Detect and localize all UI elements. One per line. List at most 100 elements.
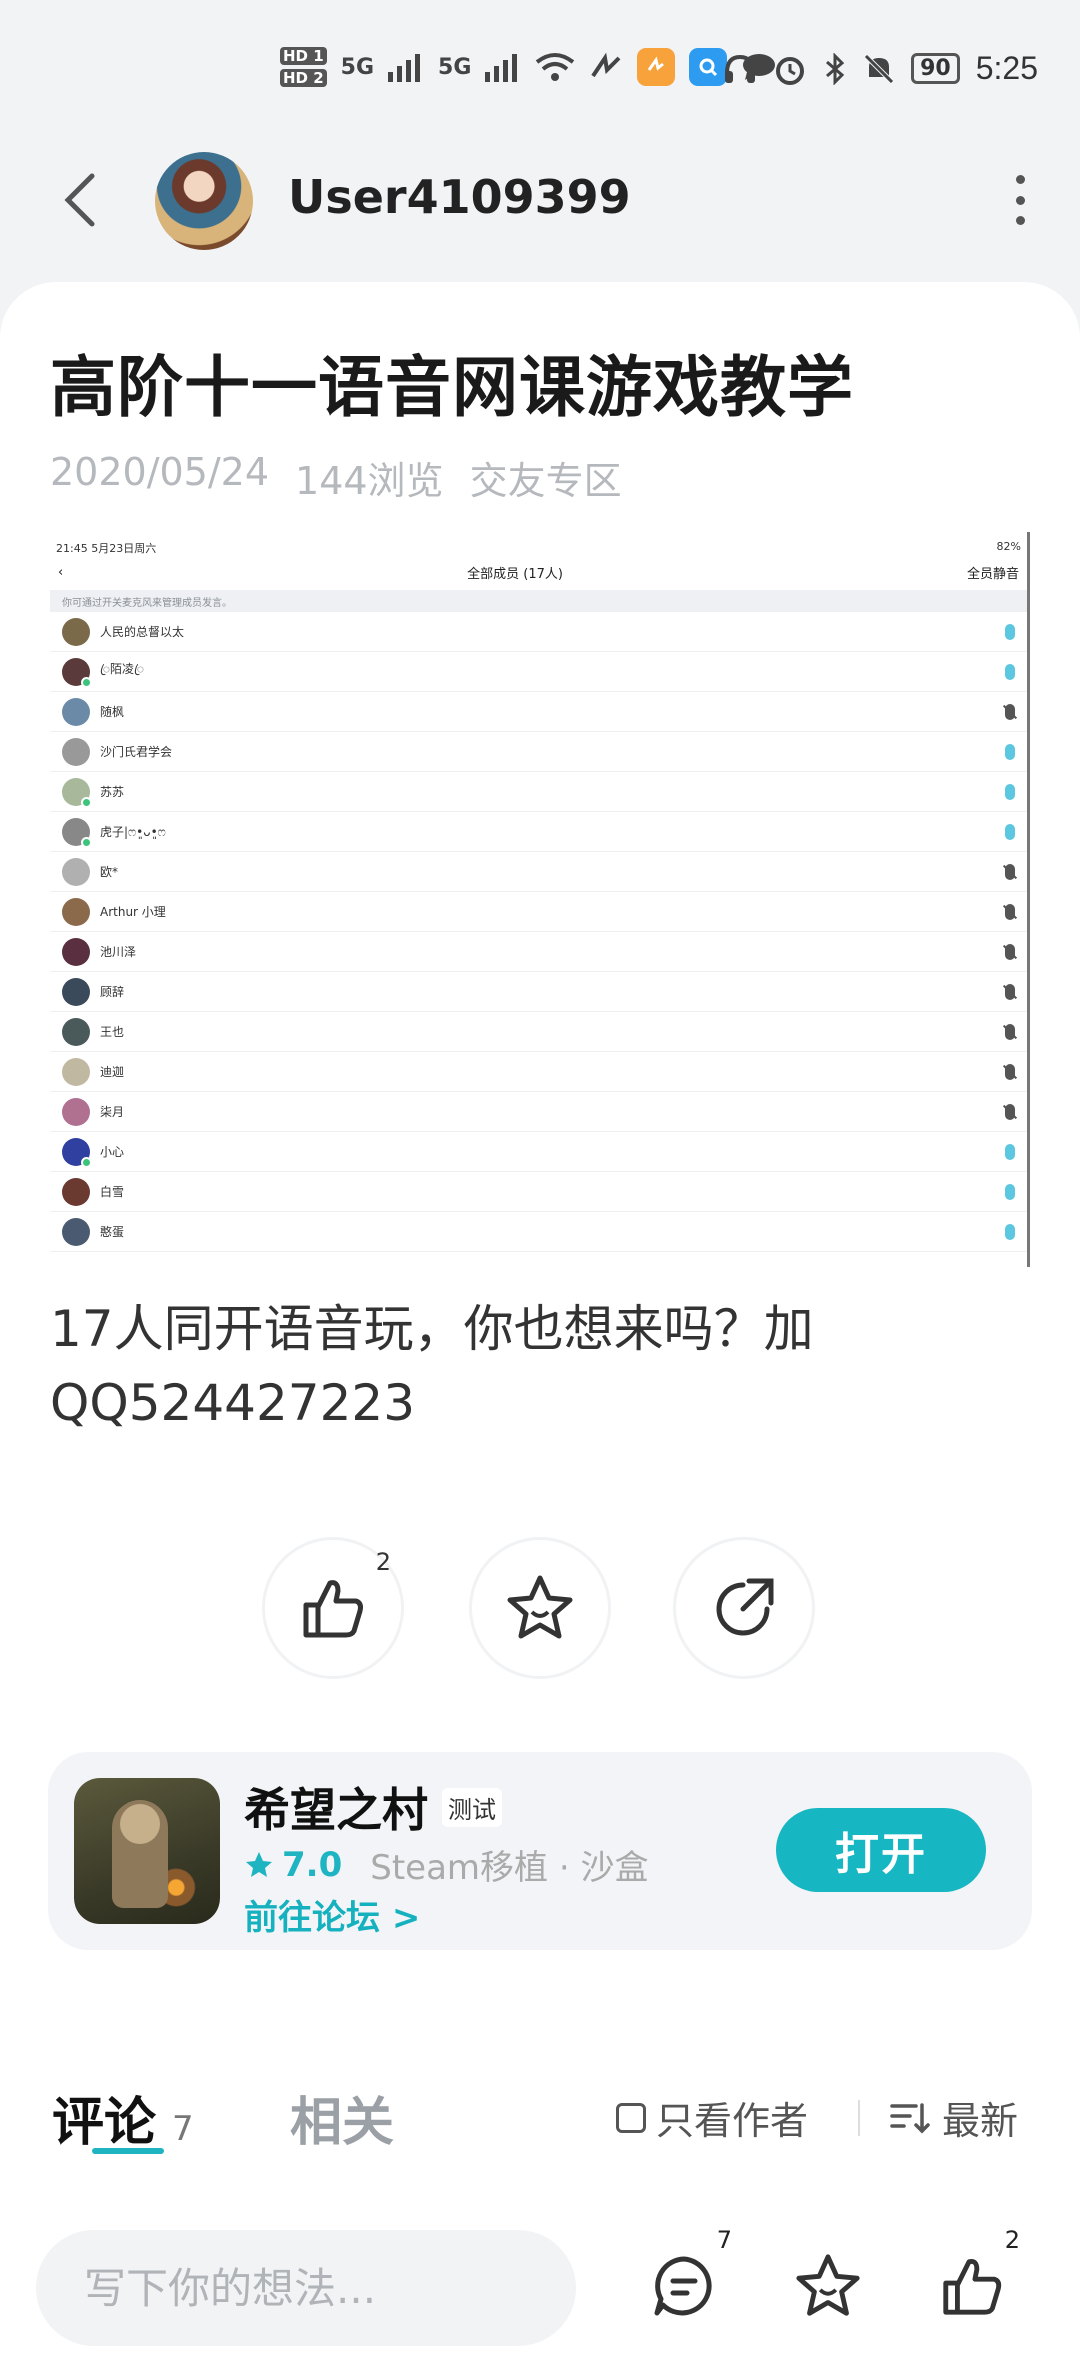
top-header: User4109399 [0,140,1080,260]
game-forum-link[interactable]: 前往论坛 > [244,1890,420,1939]
tab-comments[interactable]: 评论 7 [52,2080,194,2155]
game-icon[interactable] [74,1778,220,1924]
microphone-icon [1005,743,1015,760]
image-nav-right: 全员静音 [966,566,1019,582]
post-body: 17人同开语音玩，你也想来吗？加 QQ524427223 [50,1292,1030,1440]
member-avatar [62,617,90,646]
post-body-line-2: QQ524427223 [50,1374,416,1432]
signal-icon [388,54,421,82]
microphone-icon [1005,1143,1015,1160]
microphone-icon [1005,623,1015,640]
sort-latest[interactable]: 最新 [890,2090,1018,2145]
open-game-button[interactable]: 打开 [776,1808,986,1892]
member-name: ꦿ陌凌ꦿ [100,661,144,676]
comment-input[interactable] [36,2230,576,2346]
member-name: 顾辞 [100,985,125,999]
author-only-filter[interactable]: 只看作者 [616,2090,808,2145]
image-nav: ‹ 全部成员 (17人) 全员静音 [50,554,1027,590]
headset-icon [725,54,756,83]
avatar[interactable] [155,152,253,250]
app-badge-icon [637,48,676,86]
image-status-bar: 21:45 5月23日周六 82% [50,532,1027,555]
username[interactable]: User4109399 [288,170,631,224]
member-avatar [62,657,92,688]
post-title: 高阶十一语音网课游戏教学 [50,349,854,426]
member-row: 憨蛋 [50,1212,1027,1252]
microphone-icon [1005,943,1015,960]
sort-label: 最新 [942,2099,1019,2143]
chevron-left-icon [64,173,95,227]
bottom-like-count: 2 [1004,2226,1020,2254]
microphone-icon [1005,983,1015,1000]
post-date: 2020/05/24 [50,450,270,494]
wifi-icon [536,53,575,81]
member-name: 白雪 [100,1185,125,1199]
member-row: 迪迦 [50,1052,1027,1092]
member-row: 柒月 [50,1092,1027,1132]
network-label-1: 5G [340,54,375,80]
member-name: 沙门氏君学会 [100,745,173,759]
microphone-icon [1005,1183,1015,1200]
member-avatar [62,937,90,966]
post-meta: 2020/05/24 144浏览 交友专区 [50,450,622,505]
member-avatar [62,1177,90,1206]
like-count: 2 [375,1548,391,1576]
member-avatar [62,1137,92,1168]
comment-icon [654,2256,712,2316]
member-name: Arthur 小理 [100,905,166,919]
hd-label-1: HD 1 [280,47,327,65]
bottom-favorite-button[interactable] [788,2246,868,2326]
member-avatar [62,857,90,886]
member-avatar [62,817,92,848]
bluetooth-icon [826,52,845,85]
member-name: 迪迦 [100,1065,125,1079]
signal-icon [485,54,518,82]
bottom-like-button[interactable]: 2 [932,2226,1020,2326]
post-actions: 2 [0,1537,1080,1687]
member-avatar [62,1057,90,1086]
member-row: 欧* [50,852,1027,892]
more-vertical-icon[interactable] [1010,175,1030,225]
checkbox-icon[interactable] [616,2102,646,2133]
tab-comments-count: 7 [172,2109,194,2149]
hd-indicator: HD 1 HD 2 [280,45,327,89]
member-avatar [62,897,90,926]
member-row: Arthur 小理 [50,892,1027,932]
online-dot [81,836,92,848]
member-row: 随枫 [50,692,1027,732]
tab-active-indicator [92,2148,164,2154]
network-label-2: 5G [438,54,472,80]
like-button[interactable]: 2 [262,1537,404,1679]
status-bar: HD 1 HD 2 5G 5G 90 5:25 [0,0,1080,140]
post-image[interactable]: 21:45 5月23日周六 82% ‹ 全部成员 (17人) 全员静音 你可通过… [50,532,1030,1267]
member-row: 苏苏 [50,772,1027,812]
microphone-icon [1005,783,1015,800]
microphone-icon [1005,1223,1015,1240]
favorite-button[interactable] [469,1537,611,1679]
nfc-icon [591,52,621,78]
member-avatar [62,737,90,766]
member-name: 池川泽 [100,945,137,959]
member-name: 随枫 [100,705,125,719]
tab-related[interactable]: 相关 [290,2080,394,2155]
star-icon [796,2254,860,2316]
member-name: 欧* [100,865,119,879]
post-category[interactable]: 交友专区 [470,450,622,505]
member-avatar [62,697,90,726]
status-left: HD 1 HD 2 5G 5G [280,45,777,89]
share-button[interactable] [673,1537,815,1679]
game-card[interactable]: 希望之村 测试 7.0 Steam移植 · 沙盒 前往论坛 > 打开 [48,1752,1032,1950]
image-nav-title: 全部成员 (17人) [467,566,563,582]
member-row: 白雪 [50,1172,1027,1212]
battery-icon: 90 [911,53,960,84]
microphone-icon [1005,903,1015,920]
member-avatar [62,1017,90,1046]
microphone-icon [1005,1023,1015,1040]
back-button[interactable] [55,165,105,235]
member-row: 人民的总督以太 [50,612,1027,652]
member-avatar [62,977,90,1006]
thumbs-up-icon [303,1580,363,1638]
status-time: 5:25 [975,50,1038,86]
comment-button[interactable]: 7 [644,2226,732,2326]
microphone-icon [1005,1103,1015,1120]
